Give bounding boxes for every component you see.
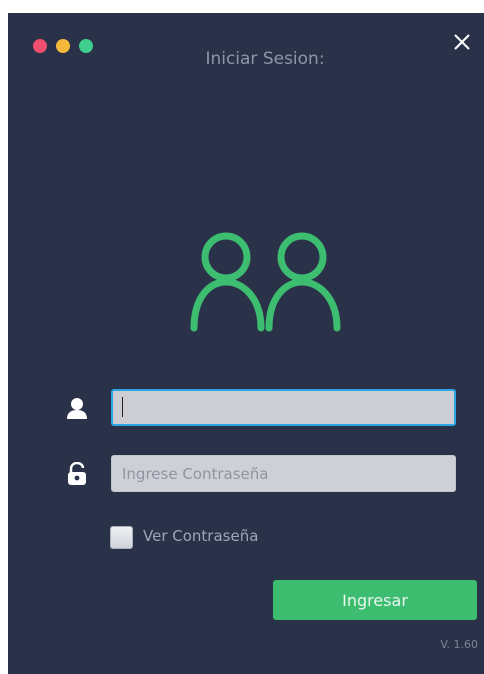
username-input[interactable] <box>111 389 456 426</box>
show-password-label: Ver Contraseña <box>143 527 259 545</box>
login-window <box>8 13 484 674</box>
close-icon[interactable] <box>452 32 472 52</box>
window-title: Iniciar Sesion: <box>205 49 325 69</box>
text-cursor <box>122 397 123 417</box>
show-password-checkbox[interactable] <box>110 526 133 549</box>
users-group-icon <box>190 232 341 332</box>
unlocked-padlock-icon <box>68 462 86 485</box>
password-input[interactable] <box>111 455 456 492</box>
version-label: V. 1.60 <box>440 638 478 651</box>
user-icon <box>67 398 87 419</box>
login-button[interactable]: Ingresar <box>273 580 477 620</box>
